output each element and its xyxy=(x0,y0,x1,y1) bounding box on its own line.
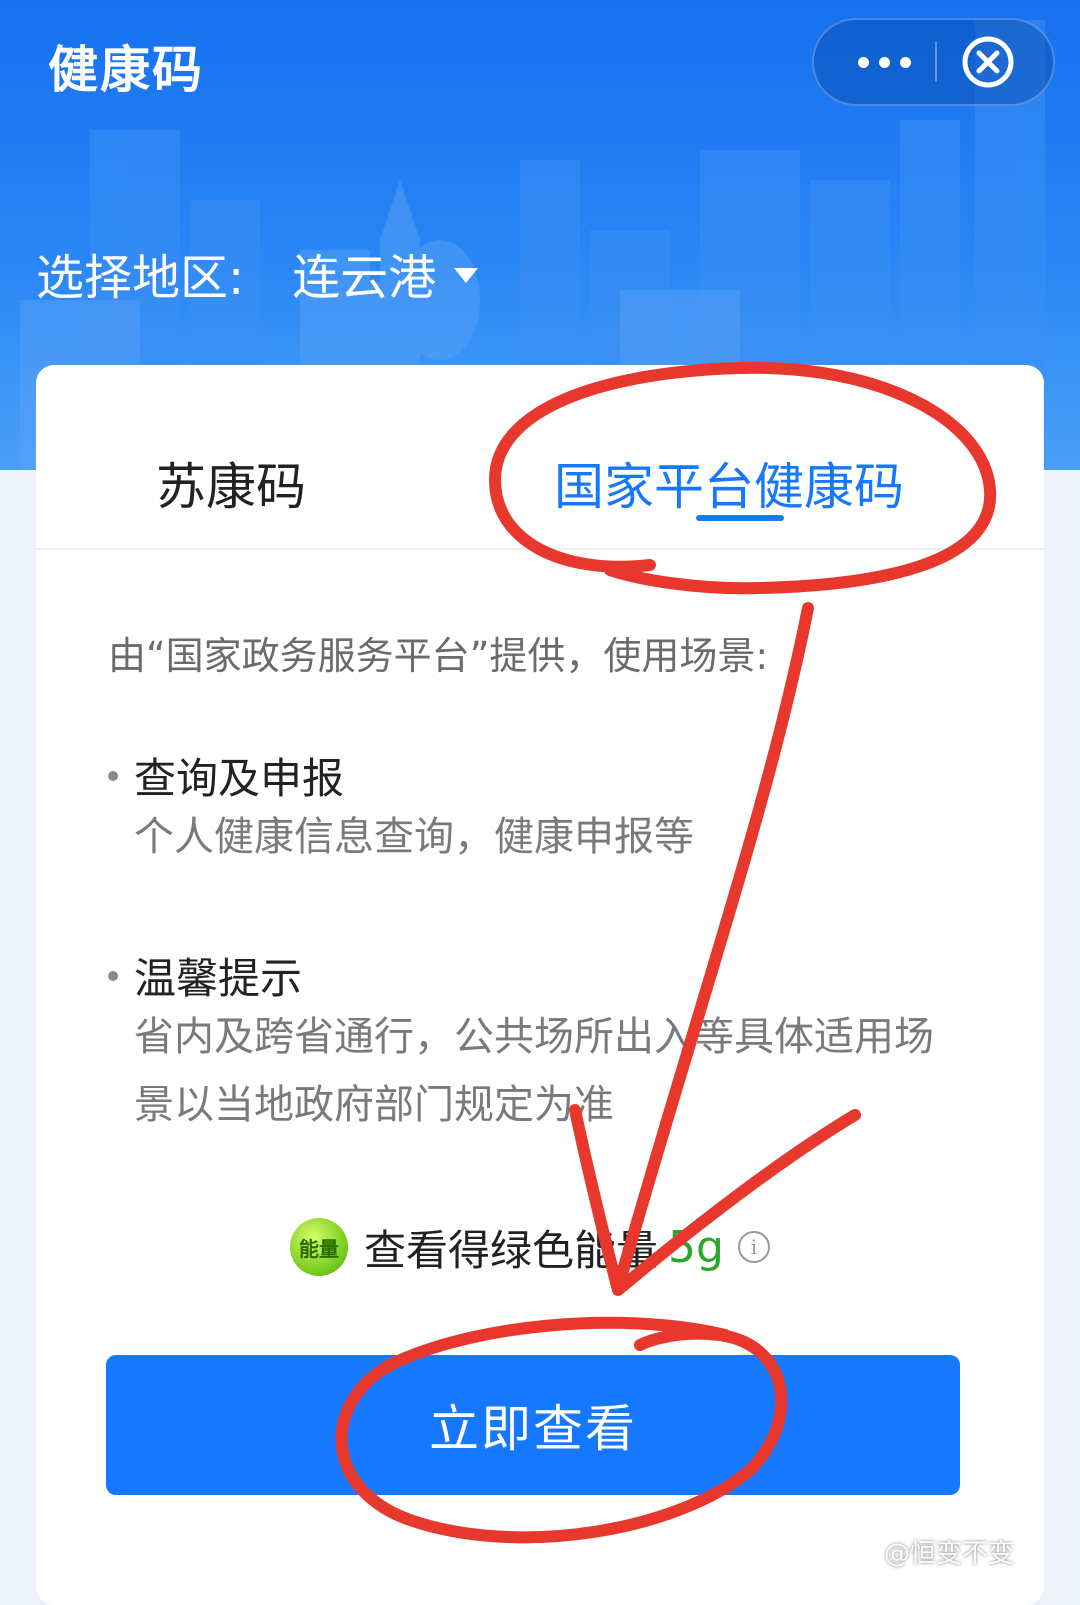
miniprogram-capsule xyxy=(812,18,1055,106)
close-circle-icon[interactable] xyxy=(960,34,1016,90)
section-body: 个人健康信息查询，健康申报等 xyxy=(134,814,694,860)
energy-badge-icon: 能量 xyxy=(290,1218,348,1276)
view-now-button[interactable]: 立即查看 xyxy=(106,1355,960,1495)
energy-amount: 5g xyxy=(668,1221,724,1273)
section-body: 省内及跨省通行，公共场所出入等具体适用场景以当地政府部门规定为准 xyxy=(134,1014,934,1128)
dropdown-caret-icon xyxy=(454,267,479,283)
region-value: 连云港 xyxy=(292,250,437,306)
usage-description: 由“国家政务服务平台”提供，使用场景: xyxy=(108,634,769,678)
bullet-dot xyxy=(108,771,118,781)
health-code-card: 苏康码 国家平台健康码 由“国家政务服务平台”提供，使用场景: 查询及申报 个人… xyxy=(36,365,1044,1605)
capsule-divider xyxy=(935,42,937,82)
tab-bar: 苏康码 国家平台健康码 xyxy=(36,365,1044,550)
watermark: @恒变不变 xyxy=(884,1539,1015,1569)
energy-text: 查看得绿色能量 xyxy=(364,1225,659,1275)
region-selector[interactable]: 选择地区: 连云港 xyxy=(36,238,479,308)
more-dots-icon[interactable] xyxy=(834,20,934,104)
app-title: 健康码 xyxy=(48,41,204,99)
section-title: 查询及申报 xyxy=(134,754,345,803)
info-icon[interactable]: i xyxy=(737,1231,770,1263)
tab-su-kang-code[interactable]: 苏康码 xyxy=(156,447,306,519)
active-tab-indicator xyxy=(696,515,784,521)
bullet-dot xyxy=(108,971,118,981)
section-title: 温馨提示 xyxy=(134,954,303,1003)
green-energy-reward: 能量 查看得绿色能量 5g i xyxy=(290,1215,770,1279)
region-label: 选择地区: xyxy=(36,250,245,306)
tab-national-health-code[interactable]: 国家平台健康码 xyxy=(554,447,904,519)
